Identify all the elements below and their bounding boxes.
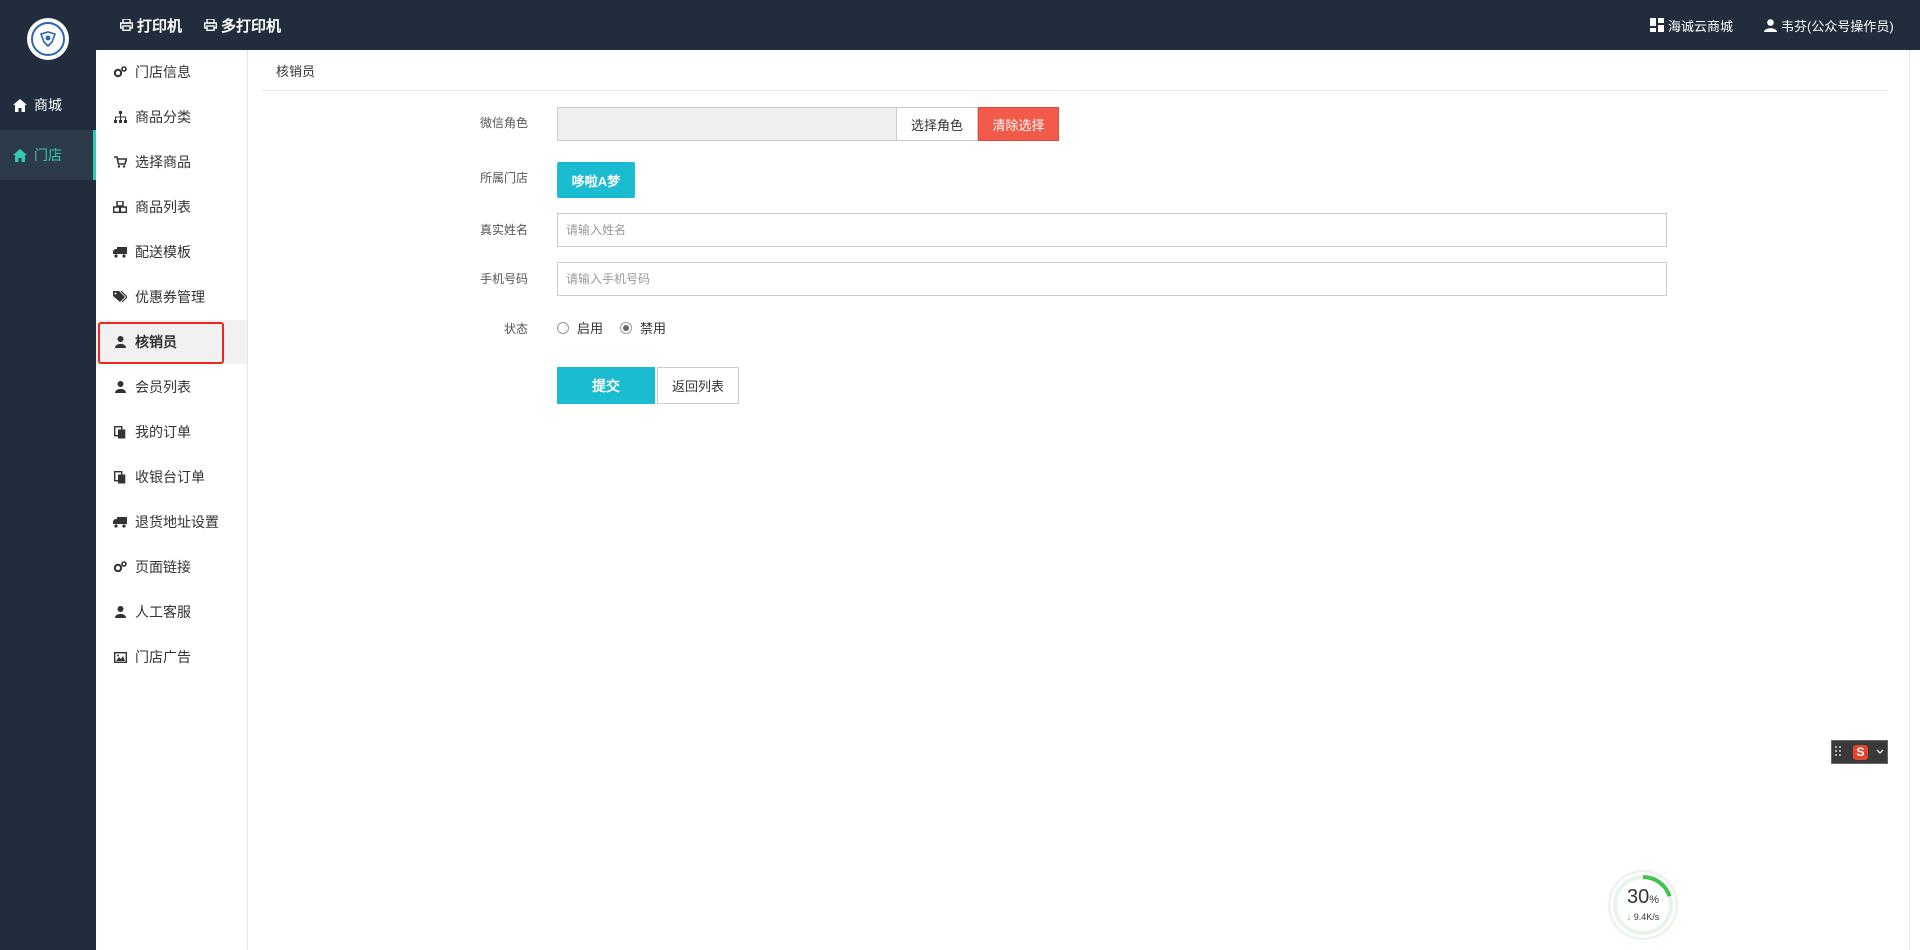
select-role-button[interactable]: 选择角色 (897, 107, 978, 141)
truck-icon (112, 246, 128, 258)
user-icon (1764, 18, 1777, 32)
clear-selection-button[interactable]: 清除选择 (978, 107, 1059, 141)
top-bar: 打印机 多打印机 海诚云商城 韦芬(公众号操作员) (96, 0, 1920, 50)
sidebar-item-label: 我的订单 (135, 424, 191, 440)
sogou-icon: S (1853, 744, 1868, 760)
user-icon (112, 336, 128, 348)
logo[interactable] (27, 18, 69, 60)
phone-input[interactable] (557, 262, 1667, 296)
rail-item-mall[interactable]: 商城 (0, 80, 96, 130)
tags-icon (112, 291, 128, 303)
sidebar-item-label: 页面链接 (135, 559, 191, 575)
user-icon (112, 381, 128, 393)
sidebar-item-label: 收银台订单 (135, 469, 205, 485)
mall-label: 海诚云商城 (1668, 18, 1734, 34)
sitemap-icon (112, 111, 128, 123)
sidebar-item-store-info[interactable]: 门店信息 (96, 50, 247, 94)
sidebar-item-label: 人工客服 (135, 604, 191, 620)
printer-icon (120, 19, 133, 31)
sidebar-item-verifier[interactable]: 核销员 (96, 320, 247, 364)
cubes-icon (112, 201, 128, 213)
cogs-icon (112, 66, 128, 78)
page-title: 核销员 (276, 63, 316, 79)
radio-label: 禁用 (640, 321, 667, 336)
phone-label: 手机号码 (479, 272, 528, 286)
sidebar-item-label: 商品分类 (135, 109, 191, 125)
sidebar-item-goods-list[interactable]: 商品列表 (96, 185, 247, 229)
sidebar-item-coupons[interactable]: 优惠券管理 (96, 275, 247, 319)
copy-icon (112, 470, 128, 484)
radio-circle (557, 321, 569, 334)
multi-print-button[interactable]: 多打印机 (204, 0, 281, 50)
scrollbar-track[interactable] (1909, 50, 1910, 950)
name-label: 真实姓名 (479, 223, 528, 237)
sidebar-item-customer-service[interactable]: 人工客服 (96, 590, 247, 634)
back-to-list-button[interactable]: 返回列表 (657, 367, 739, 404)
sidebar-item-category[interactable]: 商品分类 (96, 95, 247, 139)
speed-percent: 30% (1626, 886, 1660, 908)
network-speed-widget[interactable]: 30% ↓ 9.4K/s (1610, 872, 1676, 938)
sidebar-item-label: 商品列表 (135, 199, 191, 215)
sidebar-item-label: 配送模板 (135, 244, 191, 260)
user-menu[interactable]: 韦芬(公众号操作员) (1764, 0, 1894, 50)
sidebar-item-label: 会员列表 (135, 379, 191, 395)
home-icon (12, 98, 28, 112)
role-input[interactable] (557, 107, 897, 141)
sidebar-item-label: 门店广告 (135, 649, 191, 665)
chevron-down-icon (1876, 749, 1884, 754)
multi-print-label: 多打印机 (221, 17, 282, 35)
sidebar-item-label: 优惠券管理 (135, 289, 205, 305)
image-icon (112, 651, 128, 663)
radio-circle (620, 321, 632, 334)
role-label: 微信角色 (479, 116, 528, 130)
sidebar-item-page-links[interactable]: 页面链接 (96, 545, 247, 589)
mall-link[interactable]: 海诚云商城 (1650, 0, 1733, 50)
store-tag[interactable]: 哆啦A梦 (557, 162, 635, 198)
store-sidebar: 门店信息 商品分类 选择商品 商品列表 配送模板 优惠券管理 核销员 会员列表 … (96, 50, 248, 950)
sidebar-item-my-orders[interactable]: 我的订单 (96, 410, 247, 454)
speed-rate: ↓ 9.4K/s (1626, 912, 1660, 922)
ime-toolbar[interactable]: S (1831, 740, 1888, 764)
status-label: 状态 (503, 322, 528, 336)
sidebar-item-label: 退货地址设置 (135, 514, 219, 530)
sidebar-item-delivery-template[interactable]: 配送模板 (96, 230, 247, 274)
dashboard-icon (1650, 18, 1664, 32)
user-label: 韦芬(公众号操作员) (1781, 18, 1894, 34)
cogs-icon (112, 561, 128, 573)
main-nav-rail: 商城 门店 (0, 0, 96, 950)
logo-icon (39, 31, 57, 48)
rail-item-label: 商城 (34, 97, 62, 113)
sidebar-item-label: 选择商品 (135, 154, 191, 170)
home-icon (12, 148, 28, 162)
status-disable-radio[interactable]: 禁用 (620, 318, 666, 337)
truck-icon (112, 516, 128, 528)
rail-item-store[interactable]: 门店 (0, 130, 96, 180)
grip-icon (1835, 746, 1841, 756)
sidebar-item-members[interactable]: 会员列表 (96, 365, 247, 409)
name-input[interactable] (557, 213, 1667, 247)
radio-label: 启用 (577, 321, 604, 336)
sidebar-item-label: 核销员 (135, 334, 177, 350)
print-button[interactable]: 打印机 (120, 0, 182, 50)
sidebar-item-select-goods[interactable]: 选择商品 (96, 140, 247, 184)
breadcrumb: 核销员 (262, 50, 1888, 91)
user-icon (112, 606, 128, 618)
status-enable-radio[interactable]: 启用 (557, 318, 603, 337)
sidebar-item-return-address[interactable]: 退货地址设置 (96, 500, 247, 544)
printer-icon (204, 19, 217, 31)
submit-button[interactable]: 提交 (557, 367, 655, 404)
rail-item-label: 门店 (34, 147, 62, 163)
store-label: 所属门店 (479, 171, 528, 185)
print-label: 打印机 (137, 17, 183, 35)
sidebar-item-label: 门店信息 (135, 64, 191, 80)
logo-mark (31, 22, 65, 56)
sidebar-item-store-ads[interactable]: 门店广告 (96, 635, 247, 679)
sidebar-item-cashier-orders[interactable]: 收银台订单 (96, 455, 247, 499)
cart-icon (112, 156, 128, 168)
copy-icon (112, 425, 128, 439)
